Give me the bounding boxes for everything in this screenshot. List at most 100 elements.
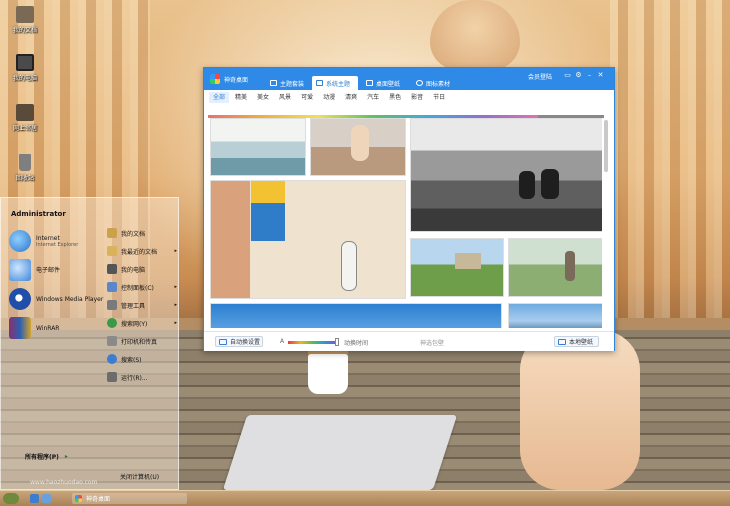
start-place-label: 管理工具 xyxy=(121,302,146,310)
category-item[interactable]: 美女 xyxy=(253,92,273,103)
category-item[interactable]: 可爱 xyxy=(297,92,317,103)
tab-theme-pack[interactable]: 主题套装 xyxy=(266,76,310,90)
category-item[interactable]: 精美 xyxy=(231,92,251,103)
start-place-label: 搜索(S) xyxy=(121,356,142,364)
theme-thumbnail[interactable] xyxy=(410,118,602,232)
search-icon xyxy=(107,354,117,364)
start-place-search[interactable]: 搜索(S) xyxy=(107,350,177,368)
category-item[interactable]: 黑色 xyxy=(385,92,405,103)
minimize-icon[interactable]: – xyxy=(585,71,594,80)
desktop-icon-recycle-bin[interactable]: 回收站 xyxy=(8,154,42,182)
wallpaper-mug xyxy=(308,350,348,394)
thumbnail-shape xyxy=(251,181,285,203)
start-place-printers[interactable]: 打印机和传真 xyxy=(107,332,177,350)
admin-tools-icon xyxy=(107,300,117,310)
start-place-label: 搜索网(Y) xyxy=(121,320,148,328)
tab-label: 系统主题 xyxy=(326,80,351,88)
auto-switch-button[interactable]: 自动换设置 xyxy=(215,336,263,347)
tab-label: 桌面壁纸 xyxy=(376,80,401,88)
all-programs-button[interactable]: 所有程序(P) ▸ xyxy=(3,447,93,465)
theme-thumbnail[interactable] xyxy=(210,303,502,328)
winrar-icon xyxy=(9,316,31,339)
theme-thumbnail[interactable] xyxy=(410,238,504,297)
start-item-email[interactable]: 电子邮件 xyxy=(9,255,104,284)
desktop-icon-network[interactable]: 网上邻居 xyxy=(8,104,42,132)
vip-login-link[interactable]: 会员登陆 xyxy=(528,72,552,81)
category-item[interactable]: 影音 xyxy=(407,92,427,103)
taskbar-task-app[interactable]: 神奇桌面 xyxy=(72,493,187,504)
start-place-control-panel[interactable]: 控制面板(C) ▸ xyxy=(107,278,177,296)
tab-icon-material[interactable]: 图标素材 xyxy=(412,76,458,90)
theme-grid xyxy=(210,118,602,328)
start-place-run[interactable]: 运行(R)... xyxy=(107,368,177,386)
picture-icon xyxy=(366,80,373,86)
internet-explorer-icon xyxy=(9,229,31,252)
category-item[interactable]: 节日 xyxy=(429,92,449,103)
monitor-icon xyxy=(219,339,227,345)
interval-slider-knob[interactable] xyxy=(335,338,339,346)
scrollbar-thumb[interactable] xyxy=(604,120,608,172)
desktop-icon-my-documents[interactable]: 我的文档 xyxy=(8,6,42,34)
quicklaunch-desktop-icon[interactable] xyxy=(42,494,51,503)
chevron-right-icon: ▸ xyxy=(174,284,177,290)
folder-documents-icon xyxy=(16,6,34,23)
app-window: 神奇桌面 主题套装 系统主题 桌面壁纸 图标素材 会员登陆 ▭ ⚙ – ✕ 全部… xyxy=(203,67,615,351)
tab-wallpaper[interactable]: 桌面壁纸 xyxy=(362,76,408,90)
category-item[interactable]: 汽车 xyxy=(363,92,383,103)
skin-icon[interactable]: ▭ xyxy=(563,71,572,80)
theme-thumbnail[interactable] xyxy=(508,303,602,328)
start-menu-places: 我的文档 我最近的文档 ▸ 我的电脑 控制面板(C) ▸ 管理工具 ▸ 搜索网(Y) ▸… xyxy=(107,224,177,386)
start-place-recent[interactable]: 我最近的文档 ▸ xyxy=(107,242,177,260)
auto-switch-label: 自动换设置 xyxy=(230,339,261,346)
start-item-media-player[interactable]: Windows Media Player xyxy=(9,284,104,313)
slider-min-label: A xyxy=(280,338,285,345)
recycle-bin-icon xyxy=(19,154,31,171)
search-web-icon xyxy=(107,318,117,328)
settings-icon[interactable]: ⚙ xyxy=(574,71,583,80)
category-all[interactable]: 全部 xyxy=(209,92,230,103)
start-item-title: Internet xyxy=(36,234,60,242)
close-icon[interactable]: ✕ xyxy=(596,71,605,80)
start-item-title: 电子邮件 xyxy=(36,267,61,274)
desktop-icon-label: 我的电脑 xyxy=(12,75,37,82)
puzzle-icon xyxy=(416,80,423,86)
start-place-label: 运行(R)... xyxy=(121,374,148,382)
app-titlebar: 神奇桌面 主题套装 系统主题 桌面壁纸 图标素材 会员登陆 ▭ ⚙ – ✕ xyxy=(204,68,614,90)
thumbnail-figure xyxy=(351,125,369,161)
start-menu-username: Administrator xyxy=(11,210,66,218)
start-item-winrar[interactable]: WinRAR xyxy=(9,313,104,342)
tab-label: 图标素材 xyxy=(426,80,451,88)
theme-thumbnail[interactable] xyxy=(508,238,602,297)
category-item[interactable]: 动漫 xyxy=(319,92,339,103)
start-place-admin-tools[interactable]: 管理工具 ▸ xyxy=(107,296,177,314)
app-title: 神奇桌面 xyxy=(224,77,249,84)
interval-slider[interactable] xyxy=(288,341,338,344)
computer-icon xyxy=(16,54,34,71)
center-label: 神选包壁 xyxy=(420,340,445,347)
email-icon xyxy=(9,258,31,281)
wallpaper-legs xyxy=(520,330,640,490)
recent-documents-icon xyxy=(107,246,117,256)
tab-label: 主题套装 xyxy=(280,80,305,88)
wallpaper-figure xyxy=(430,0,520,70)
local-wallpaper-button[interactable]: 本地壁纸 xyxy=(554,336,599,347)
desktop-icon-my-computer[interactable]: 我的电脑 xyxy=(8,54,42,82)
start-place-label: 控制面板(C) xyxy=(121,284,154,292)
desktop-icon-label: 网上邻居 xyxy=(12,125,37,132)
quicklaunch-ie-icon[interactable] xyxy=(30,494,39,503)
category-item[interactable]: 风景 xyxy=(275,92,295,103)
category-item[interactable]: 清爽 xyxy=(341,92,361,103)
shutdown-button[interactable]: 关闭计算机(U) xyxy=(120,472,159,481)
start-button[interactable] xyxy=(3,493,19,504)
app-logo-icon xyxy=(210,74,220,84)
theme-thumbnail[interactable] xyxy=(210,180,406,299)
local-wallpaper-label: 本地壁纸 xyxy=(569,339,594,346)
theme-thumbnail[interactable] xyxy=(210,118,306,176)
start-place-my-documents[interactable]: 我的文档 xyxy=(107,224,177,242)
theme-thumbnail[interactable] xyxy=(310,118,406,176)
start-item-title: Windows Media Player xyxy=(36,295,104,303)
start-place-my-computer[interactable]: 我的电脑 xyxy=(107,260,177,278)
start-place-search-web[interactable]: 搜索网(Y) ▸ xyxy=(107,314,177,332)
start-item-internet[interactable]: Internet Internet Explorer xyxy=(9,226,104,255)
tab-system-theme[interactable]: 系统主题 xyxy=(312,76,358,90)
